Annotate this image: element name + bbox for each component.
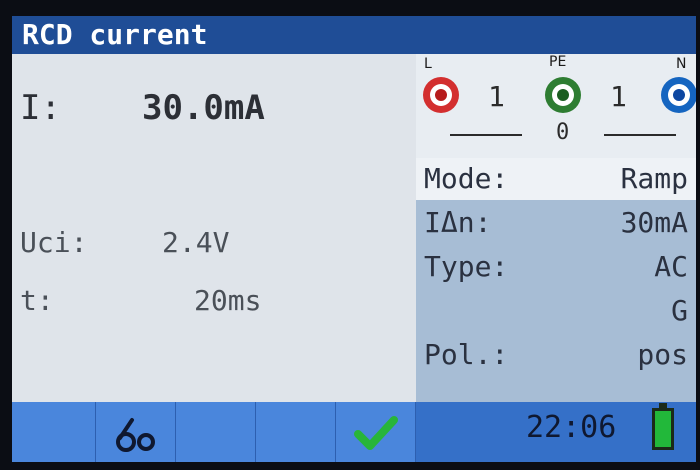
terminal-l-icon (423, 77, 459, 113)
parameter-list: Mode: Ramp IΔn: 30mA Type: AC G Pol.: po… (416, 158, 696, 402)
terminal-link-line (450, 134, 522, 136)
current-value: 30.0mA (142, 88, 265, 128)
terminal-n-label: N (676, 56, 687, 72)
param-mode-label[interactable]: Mode: (424, 162, 508, 195)
soft-key-4[interactable] (256, 402, 336, 462)
terminal-n-icon (661, 77, 696, 113)
status-area: 22:06 (416, 402, 696, 462)
soft-key-bar: 22:06 (12, 402, 696, 462)
uci-label: Uci: (20, 226, 88, 259)
terminal-l-label: L (424, 56, 432, 72)
soft-key-1[interactable] (12, 402, 96, 462)
terminal-pe-count: 1 (610, 80, 627, 113)
param-pol-value[interactable]: pos (637, 338, 688, 371)
terminal-status: L 1 PE 1 0 N (416, 54, 696, 158)
param-idn-label[interactable]: IΔn: (424, 206, 491, 239)
t-value: 20ms (194, 284, 262, 317)
settings-panel: L 1 PE 1 0 N Mode: Ramp IΔn: 30mA Type: … (416, 54, 696, 402)
terminal-pe-label: PE (549, 54, 567, 70)
terminal-l-count: 1 (488, 80, 505, 113)
screen-title: RCD current (22, 18, 208, 51)
soft-key-probe[interactable] (96, 402, 176, 462)
param-type-value[interactable]: AC (654, 250, 688, 283)
soft-key-3[interactable] (176, 402, 256, 462)
param-idn-value[interactable]: 30mA (621, 206, 688, 239)
title-bar: RCD current (12, 16, 696, 54)
param-mode-value[interactable]: Ramp (621, 162, 688, 195)
soft-key-confirm[interactable] (336, 402, 416, 462)
battery-icon (652, 408, 674, 450)
terminal-pe-below: 0 (556, 120, 570, 145)
current-label: I: (20, 88, 61, 128)
probe-icon (116, 418, 155, 452)
instrument-screen: RCD current I: 30.0mA Uci: 2.4V t: 20ms … (12, 16, 696, 462)
param-type-label[interactable]: Type: (424, 250, 508, 283)
terminal-link-line-right (604, 134, 676, 136)
param-pol-label[interactable]: Pol.: (424, 338, 508, 371)
param-type-g-value[interactable]: G (671, 294, 688, 327)
terminal-pe-icon (545, 77, 581, 113)
check-icon (354, 416, 398, 450)
measurement-panel: I: 30.0mA Uci: 2.4V t: 20ms (12, 54, 416, 402)
uci-value: 2.4V (162, 226, 230, 259)
clock-time: 22:06 (526, 410, 617, 445)
t-label: t: (20, 284, 54, 317)
